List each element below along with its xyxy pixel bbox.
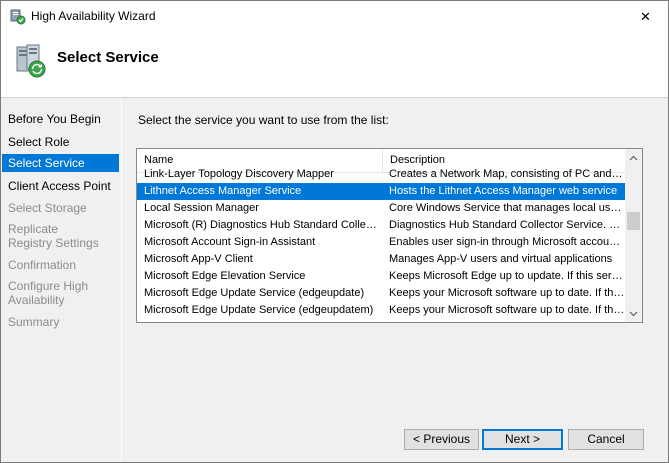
step-summary: Summary [8,315,60,329]
wizard-app-icon [10,9,26,25]
wizard-header: Select Service [1,32,668,97]
list-item[interactable]: Local Session Manager Core Windows Servic… [137,200,625,217]
service-description-cell: Diagnostics Hub Standard Collector Servi… [389,219,625,231]
service-name-cell: Microsoft (R) Diagnostics Hub Standard C… [144,219,381,231]
wizard-step-nav: Before You Begin Select Role Select Serv… [1,98,121,462]
service-description-cell: Manages App-V users and virtual applicat… [389,253,613,265]
step-replicate-registry-settings: Replicate Registry Settings [8,222,99,250]
service-name-cell: Microsoft App-V Client [144,253,253,265]
step-select-storage: Select Storage [8,201,87,215]
list-item[interactable]: Microsoft Account Sign-in Assistant Enabl… [137,234,625,251]
step-confirmation: Confirmation [8,258,77,272]
scroll-thumb[interactable] [627,212,640,230]
service-name-cell: Local Session Manager [144,202,259,214]
service-name-cell: Link-Layer Topology Discovery Mapper [144,168,334,180]
service-description-cell: Keeps your Microsoft software up to date… [389,287,625,299]
list-item[interactable]: Lithnet Access Manager Service Hosts the … [137,183,625,200]
list-item[interactable]: Microsoft Edge Update Service (edgeupdat… [137,302,625,317]
scroll-down-button[interactable] [625,305,642,322]
next-button[interactable]: Next > [482,429,563,450]
list-rows: Link-Layer Topology Discovery Mapper Crea… [137,166,625,317]
service-description-cell: Core Windows Service that manages local … [389,202,625,214]
service-name-cell: Microsoft Edge Update Service (edgeupdat… [144,287,365,299]
service-name-cell: Microsoft Account Sign-in Assistant [144,236,316,248]
service-description-cell: Hosts the Lithnet Access Manager web ser… [389,185,618,197]
close-icon: ✕ [640,8,651,24]
page-title: Select Service [57,49,159,66]
step-before-you-begin[interactable]: Before You Begin [2,112,119,126]
list-item[interactable]: Microsoft Edge Elevation Service Keeps Mi… [137,268,625,285]
service-name-cell: Microsoft Edge Elevation Service [144,270,306,282]
list-item[interactable]: Microsoft (R) Diagnostics Hub Standard C… [137,217,625,234]
service-name-cell: Microsoft Edge Update Service (edgeupdat… [144,304,374,316]
service-description-cell: Keeps your Microsoft software up to date… [389,304,625,316]
previous-button[interactable]: < Previous [404,429,479,450]
service-description-cell: Enables user sign-in through Microsoft a… [389,236,625,248]
close-button[interactable]: ✕ [623,1,668,32]
service-name-cell: Lithnet Access Manager Service [144,185,302,197]
step-select-service[interactable]: Select Service [2,154,119,172]
server-cluster-icon [15,43,49,79]
service-description-cell: Creates a Network Map, consisting of PC … [389,168,625,180]
list-item[interactable]: Microsoft Edge Update Service (edgeupdat… [137,285,625,302]
step-select-role[interactable]: Select Role [2,135,119,149]
step-configure-high-availability: Configure High Availability [8,279,89,307]
instruction-text: Select the service you want to use from … [138,113,389,127]
cancel-button[interactable]: Cancel [568,429,644,450]
service-description-cell: Keeps Microsoft Edge up to update. If th… [389,270,625,282]
scroll-up-button[interactable] [625,149,642,166]
vertical-scrollbar[interactable] [625,149,642,322]
window-title: High Availability Wizard [31,9,156,23]
chevron-down-icon [629,311,638,316]
step-client-access-point[interactable]: Client Access Point [2,179,119,193]
title-bar: High Availability Wizard ✕ [1,1,668,32]
main-panel: Select the service you want to use from … [122,98,668,462]
list-item[interactable]: Microsoft App-V Client Manages App-V user… [137,251,625,268]
service-list[interactable]: Name Description Link-Layer Topology Dis… [136,148,643,323]
wizard-window: High Availability Wizard ✕ Select Servic… [0,0,669,463]
list-item[interactable]: Link-Layer Topology Discovery Mapper Crea… [137,166,625,183]
chevron-up-icon [629,155,638,160]
